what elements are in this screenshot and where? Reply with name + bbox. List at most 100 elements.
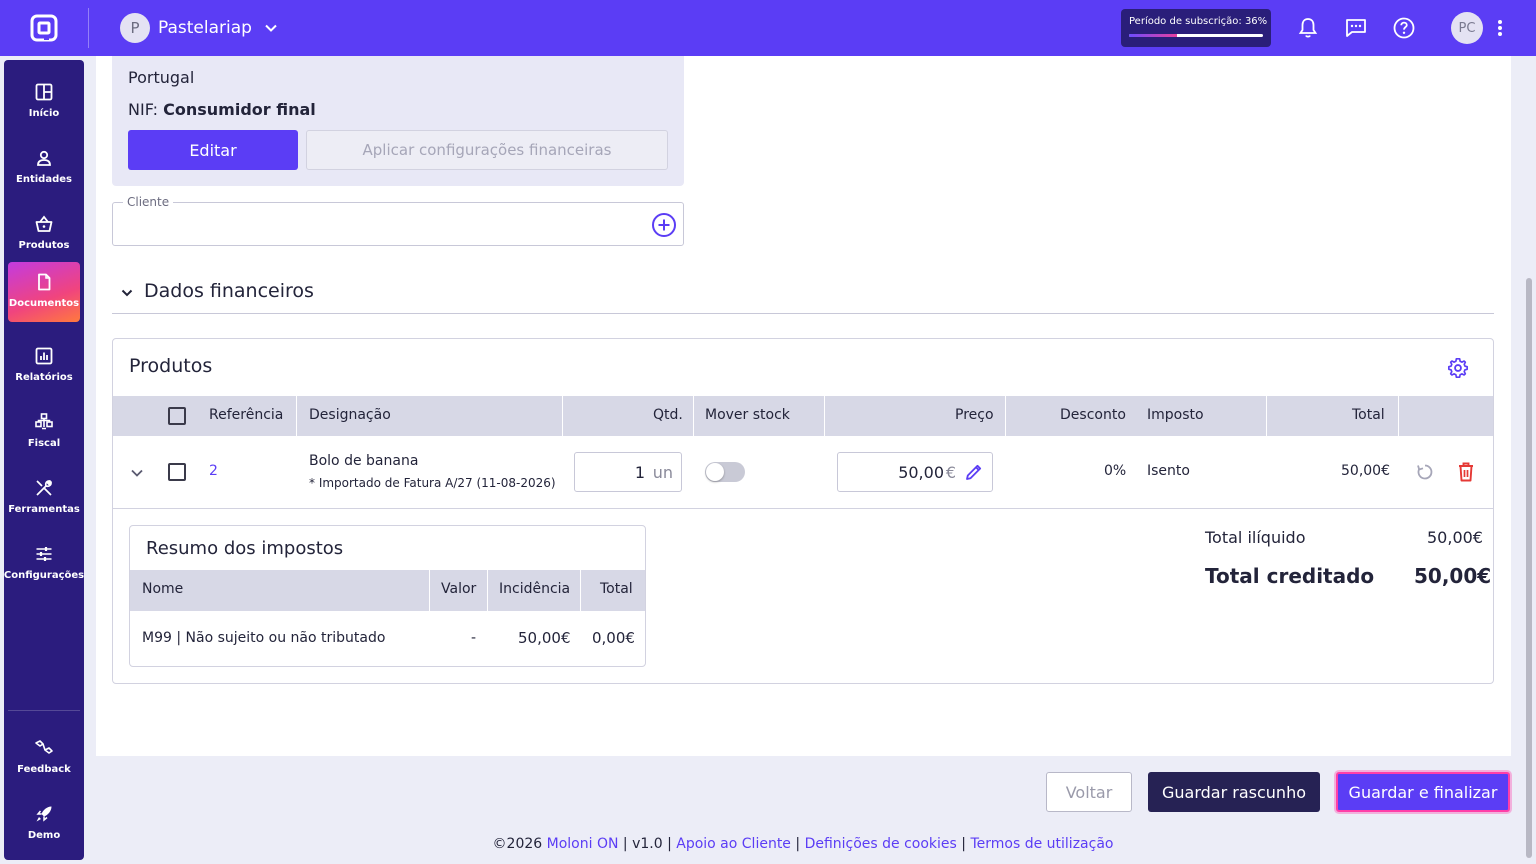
reset-icon[interactable] xyxy=(1415,462,1435,482)
product-discount: 0% xyxy=(1104,463,1127,479)
report-icon xyxy=(35,347,53,365)
col-qty: Qtd. xyxy=(653,407,683,423)
sidebar-item-label: Fiscal xyxy=(27,438,61,449)
col-divider xyxy=(693,396,694,436)
col-tax-incidence: Incidência xyxy=(499,581,571,597)
client-details-box: Portugal NIF: Consumidor final Editar Ap… xyxy=(112,56,684,186)
tax-incidence: 50,00€ xyxy=(518,629,571,647)
products-table-header: Referência Designação Qtd. Mover stock P… xyxy=(113,396,1493,436)
sidebar-item-entidades[interactable]: Entidades xyxy=(8,138,80,196)
rocket-icon xyxy=(36,806,52,822)
footer-support-link[interactable]: Apoio ao Cliente xyxy=(676,836,791,852)
financial-data-title: Dados financeiros xyxy=(144,280,314,302)
footer-brand-link[interactable]: Moloni ON xyxy=(547,836,619,852)
footer: ©2026 Moloni ON | v1.0 | Apoio ao Client… xyxy=(0,836,1536,852)
price-input[interactable]: 50,00 € xyxy=(837,452,993,492)
col-move-stock: Mover stock xyxy=(705,407,790,423)
col-divider xyxy=(487,570,488,611)
sidebar-item-label: Início xyxy=(28,108,60,119)
col-divider xyxy=(1266,396,1267,436)
chat-icon[interactable] xyxy=(1344,16,1368,40)
sidebar-item-label: Produtos xyxy=(18,240,70,251)
gear-icon[interactable] xyxy=(1447,357,1469,379)
tax-name: M99 | Não sujeito ou não tributado xyxy=(142,630,386,646)
bell-icon[interactable] xyxy=(1296,16,1320,40)
sidebar-item-relatorios[interactable]: Relatórios xyxy=(8,336,80,394)
sidebar-item-fiscal[interactable]: Fiscal xyxy=(8,402,80,460)
pencil-icon[interactable] xyxy=(964,462,984,482)
col-tax: Imposto xyxy=(1147,407,1204,423)
apply-financial-settings-button[interactable]: Aplicar configurações financeiras xyxy=(306,130,668,170)
sidebar: Início Entidades Produtos Documentos Rel… xyxy=(4,60,84,860)
toggle-knob xyxy=(706,463,724,481)
col-tax-value: Valor xyxy=(441,581,477,597)
col-tax-total: Total xyxy=(600,581,633,597)
product-tax: Isento xyxy=(1147,463,1190,479)
tax-value: - xyxy=(471,630,477,646)
col-divider xyxy=(824,396,825,436)
nif-value: Consumidor final xyxy=(163,100,316,119)
net-total-value: 50,00€ xyxy=(1427,528,1483,547)
quantity-unit: un xyxy=(652,463,673,482)
tools-icon xyxy=(36,480,52,496)
footer-cookies-link[interactable]: Definições de cookies xyxy=(805,836,957,852)
user-avatar[interactable]: PC xyxy=(1451,12,1483,44)
help-icon[interactable] xyxy=(1392,16,1416,40)
footer-terms-link[interactable]: Termos de utilização xyxy=(970,836,1113,852)
page-scrollbar[interactable] xyxy=(1526,278,1532,858)
back-button[interactable]: Voltar xyxy=(1046,772,1132,812)
product-import-note: * Importado de Fatura A/27 (11-08-2026) xyxy=(309,476,556,490)
price-currency: € xyxy=(945,463,956,482)
sidebar-item-label: Documentos xyxy=(8,298,80,309)
company-name: Pastelariap xyxy=(158,18,252,38)
net-total-label: Total ilíquido xyxy=(1205,528,1306,547)
quantity-input[interactable]: 1 un xyxy=(574,452,682,492)
app-logo-icon[interactable] xyxy=(30,14,58,42)
add-circle-icon[interactable] xyxy=(651,212,677,238)
sidebar-item-inicio[interactable]: Início xyxy=(8,72,80,130)
col-price: Preço xyxy=(955,407,994,423)
products-card: Produtos Referência Designação Qtd. Move… xyxy=(112,338,1494,684)
row-checkbox[interactable] xyxy=(168,463,186,481)
sidebar-item-configuracoes[interactable]: Configurações xyxy=(4,534,84,592)
tax-total: 0,00€ xyxy=(592,629,635,647)
footer-copyright: ©2026 xyxy=(492,836,543,852)
sidebar-item-produtos[interactable]: Produtos xyxy=(8,204,80,262)
tax-summary-card: Resumo dos impostos Nome Valor Incidênci… xyxy=(129,525,646,667)
feedback-icon xyxy=(35,740,53,754)
sidebar-item-label: Feedback xyxy=(17,764,71,775)
financial-data-section-header[interactable]: Dados financeiros xyxy=(112,278,1494,314)
client-field[interactable]: Cliente xyxy=(112,195,684,246)
sidebar-item-feedback[interactable]: Feedback xyxy=(8,728,80,786)
product-designation: Bolo de banana xyxy=(309,453,419,469)
footer-separator: | xyxy=(795,836,801,852)
more-options-icon[interactable] xyxy=(1492,16,1508,40)
col-divider xyxy=(1005,396,1006,436)
sidebar-divider xyxy=(8,710,80,711)
sidebar-item-ferramentas[interactable]: Ferramentas xyxy=(8,468,80,526)
sidebar-item-label: Entidades xyxy=(16,174,72,185)
subscription-period-badge[interactable]: Período de subscrição: 36% xyxy=(1121,9,1271,47)
top-bar: P Pastelariap Período de subscrição: 36%… xyxy=(0,0,1536,56)
col-divider xyxy=(296,396,297,436)
select-all-checkbox[interactable] xyxy=(168,407,186,425)
chevron-down-icon xyxy=(121,289,133,297)
save-draft-button[interactable]: Guardar rascunho xyxy=(1148,772,1320,812)
save-and-finalize-button[interactable]: Guardar e finalizar xyxy=(1336,772,1510,812)
client-field-label: Cliente xyxy=(123,195,174,209)
company-selector[interactable]: P Pastelariap xyxy=(120,13,278,43)
subscription-progress-fill xyxy=(1129,34,1178,37)
sidebar-item-label: Ferramentas xyxy=(8,504,80,515)
topbar-divider xyxy=(88,8,89,48)
fiscal-icon xyxy=(35,413,53,430)
edit-client-button[interactable]: Editar xyxy=(128,130,298,170)
trash-icon[interactable] xyxy=(1456,461,1476,483)
chevron-down-icon xyxy=(265,24,277,32)
move-stock-toggle[interactable] xyxy=(705,462,745,482)
subscription-period-text: Período de subscrição: 36% xyxy=(1129,16,1268,27)
sidebar-item-documentos[interactable]: Documentos xyxy=(8,262,80,322)
table-row: M99 | Não sujeito ou não tributado - 50,… xyxy=(130,611,645,666)
chevron-down-icon[interactable] xyxy=(128,464,146,482)
document-form: Portugal NIF: Consumidor final Editar Ap… xyxy=(96,56,1511,756)
product-reference-link[interactable]: 2 xyxy=(209,463,218,479)
